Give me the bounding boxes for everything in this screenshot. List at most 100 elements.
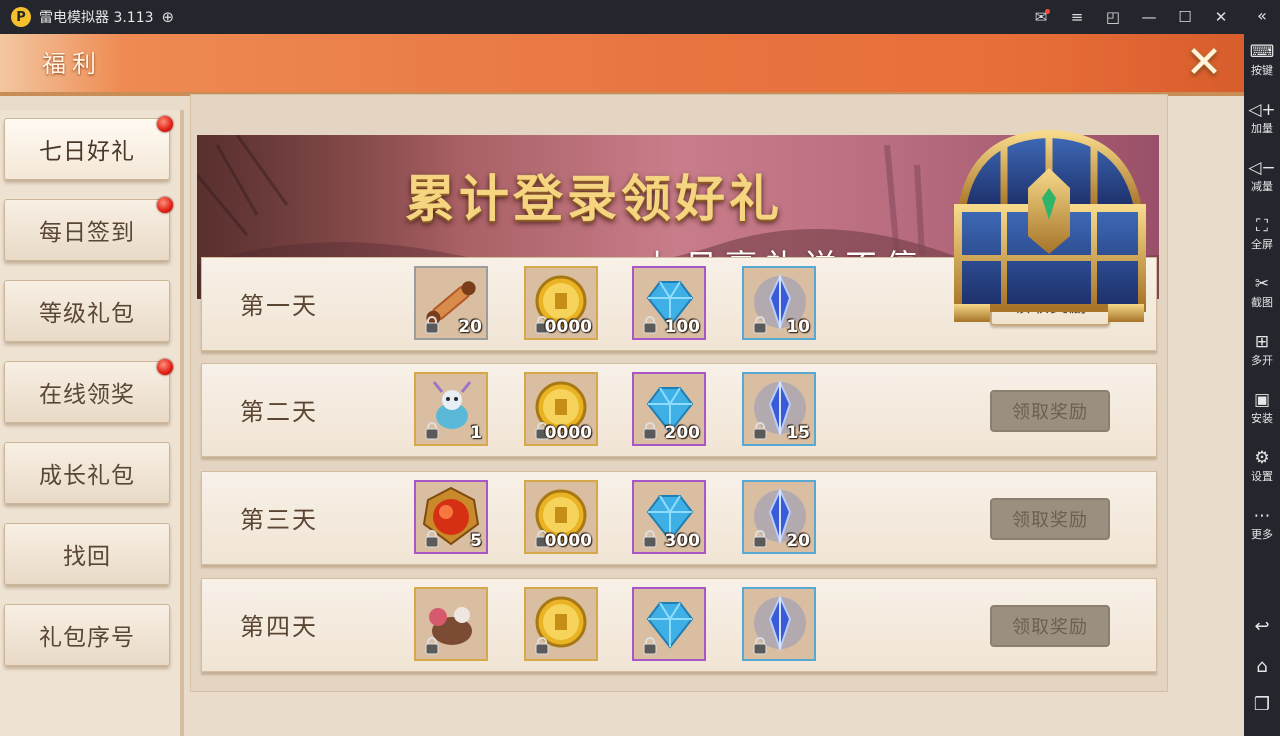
lock-icon <box>752 637 768 655</box>
lock-icon <box>752 422 768 440</box>
reward-quantity: 10 <box>786 317 810 337</box>
lock-icon <box>642 422 658 440</box>
back-icon[interactable]: ↩ <box>1244 616 1280 637</box>
lock-icon <box>424 316 440 334</box>
reward-item[interactable]: 10 <box>742 266 816 340</box>
treasure-chest-icon <box>954 129 1146 322</box>
maximize-icon[interactable]: ☐ <box>1174 6 1196 28</box>
reward-item[interactable] <box>414 587 488 661</box>
sidebar-button-scissors[interactable]: ✂ 截图 <box>1244 274 1280 310</box>
menu-item-label: 成长礼包 <box>39 463 135 489</box>
menu-item-label: 在线领奖 <box>39 382 135 408</box>
reward-quantity: 0000 <box>544 317 592 337</box>
menu-item-1[interactable]: 七日好礼 <box>4 116 173 180</box>
reward-item[interactable]: 1 <box>414 372 488 446</box>
volume-up-icon: ◁+ <box>1248 100 1276 120</box>
menu-item-6[interactable]: 找回 <box>4 523 170 585</box>
reward-row-day-4: 第四天 领取奖励 <box>201 578 1157 672</box>
mail-notification-dot <box>1045 9 1050 14</box>
reward-item[interactable]: 300 <box>632 480 706 554</box>
menu-item-label: 礼包序号 <box>39 625 135 651</box>
reward-quantity: 300 <box>664 531 701 551</box>
mail-icon[interactable]: ✉ <box>1030 6 1052 28</box>
sidebar-button-multi-open[interactable]: ⊞ 多开 <box>1244 332 1280 368</box>
reward-quantity: 20 <box>458 317 482 337</box>
sidebar-button-gear[interactable]: ⚙ 设置 <box>1244 448 1280 484</box>
volume-down-icon: ◁− <box>1248 158 1276 178</box>
reward-quantity: 0000 <box>544 531 592 551</box>
reward-quantity: 0000 <box>544 423 592 443</box>
gamepad-icon[interactable]: ⊕ <box>162 8 175 26</box>
reward-quantity: 20 <box>786 531 810 551</box>
red-dot-badge <box>157 197 173 213</box>
sidebar-label: 减量 <box>1251 180 1273 193</box>
lock-icon <box>752 530 768 548</box>
scissors-icon: ✂ <box>1254 274 1270 294</box>
menu-item-3[interactable]: 等级礼包 <box>4 280 170 342</box>
reward-item[interactable]: 5 <box>414 480 488 554</box>
fullscreen-icon: ⛶ <box>1256 216 1268 236</box>
menu-item-label: 每日签到 <box>39 220 135 246</box>
red-dot-badge <box>157 359 173 375</box>
sidebar-button-keyboard[interactable]: ⌨ 按键 <box>1244 42 1280 78</box>
collapse-sidebar-icon[interactable]: « <box>1244 6 1280 25</box>
lock-icon <box>534 637 550 655</box>
sidebar-label: 多开 <box>1251 354 1273 367</box>
menu-icon[interactable]: ≡ <box>1066 6 1088 28</box>
welfare-menu: 七日好礼每日签到等级礼包在线领奖成长礼包找回礼包序号 <box>0 110 184 736</box>
day-label: 第二天 <box>240 398 318 426</box>
recent-apps-icon[interactable]: ❐ <box>1244 694 1280 715</box>
window-pin-icon[interactable]: ◰ <box>1102 6 1124 28</box>
claim-reward-button[interactable]: 领取奖励 <box>990 605 1110 647</box>
menu-item-2[interactable]: 每日签到 <box>4 197 173 261</box>
day-label: 第一天 <box>240 292 318 320</box>
emulator-title: 雷电模拟器 3.113 <box>39 10 154 26</box>
reward-quantity: 15 <box>786 423 810 443</box>
menu-item-4[interactable]: 在线领奖 <box>4 359 173 423</box>
banner-title: 累计登录领好礼 <box>405 170 783 228</box>
sidebar-button-volume-down[interactable]: ◁− 减量 <box>1244 158 1280 194</box>
reward-row-day-2: 第二天 1 0000 200 15 领取奖励 <box>201 363 1157 457</box>
menu-item-5[interactable]: 成长礼包 <box>4 442 170 504</box>
claim-reward-button[interactable]: 领取奖励 <box>990 390 1110 432</box>
lock-icon <box>642 530 658 548</box>
sidebar-button-fullscreen[interactable]: ⛶ 全屏 <box>1244 216 1280 252</box>
sidebar-label: 加量 <box>1251 122 1273 135</box>
gear-icon: ⚙ <box>1254 448 1270 468</box>
minimize-icon[interactable]: — <box>1138 6 1160 28</box>
reward-item[interactable]: 0000 <box>524 266 598 340</box>
reward-item[interactable] <box>632 587 706 661</box>
menu-item-label: 七日好礼 <box>39 139 135 165</box>
menu-item-7[interactable]: 礼包序号 <box>4 604 170 666</box>
reward-item[interactable]: 20 <box>414 266 488 340</box>
reward-item[interactable]: 15 <box>742 372 816 446</box>
more-icon: ⋯ <box>1253 506 1271 526</box>
reward-item[interactable]: 200 <box>632 372 706 446</box>
apk-install-icon: ▣ <box>1253 390 1271 410</box>
emulator-titlebar: P 雷电模拟器 3.113 ⊕ ✉ ≡ ◰ — ☐ ✕ <box>0 0 1244 34</box>
close-panel-icon[interactable]: ✕ <box>1178 37 1230 88</box>
reward-item[interactable] <box>742 587 816 661</box>
home-icon[interactable]: ⌂ <box>1244 656 1280 677</box>
lock-icon <box>642 316 658 334</box>
multi-open-icon: ⊞ <box>1254 332 1270 352</box>
reward-item[interactable]: 0000 <box>524 480 598 554</box>
day-label: 第三天 <box>240 506 318 534</box>
reward-item[interactable]: 20 <box>742 480 816 554</box>
sidebar-label: 安装 <box>1251 412 1273 425</box>
emulator-logo-icon: P <box>11 7 31 27</box>
sidebar-button-volume-up[interactable]: ◁+ 加量 <box>1244 100 1280 136</box>
claim-reward-button[interactable]: 领取奖励 <box>990 498 1110 540</box>
reward-item[interactable]: 100 <box>632 266 706 340</box>
reward-item[interactable]: 0000 <box>524 372 598 446</box>
sidebar-button-more[interactable]: ⋯ 更多 <box>1244 506 1280 542</box>
lock-icon <box>424 530 440 548</box>
menu-item-label: 找回 <box>63 544 111 570</box>
sidebar-label: 截图 <box>1251 296 1273 309</box>
close-icon[interactable]: ✕ <box>1210 6 1232 28</box>
reward-item[interactable] <box>524 587 598 661</box>
menu-item-label: 等级礼包 <box>39 301 135 327</box>
lock-icon <box>752 316 768 334</box>
reward-quantity: 200 <box>664 423 701 443</box>
sidebar-button-apk-install[interactable]: ▣ 安装 <box>1244 390 1280 426</box>
